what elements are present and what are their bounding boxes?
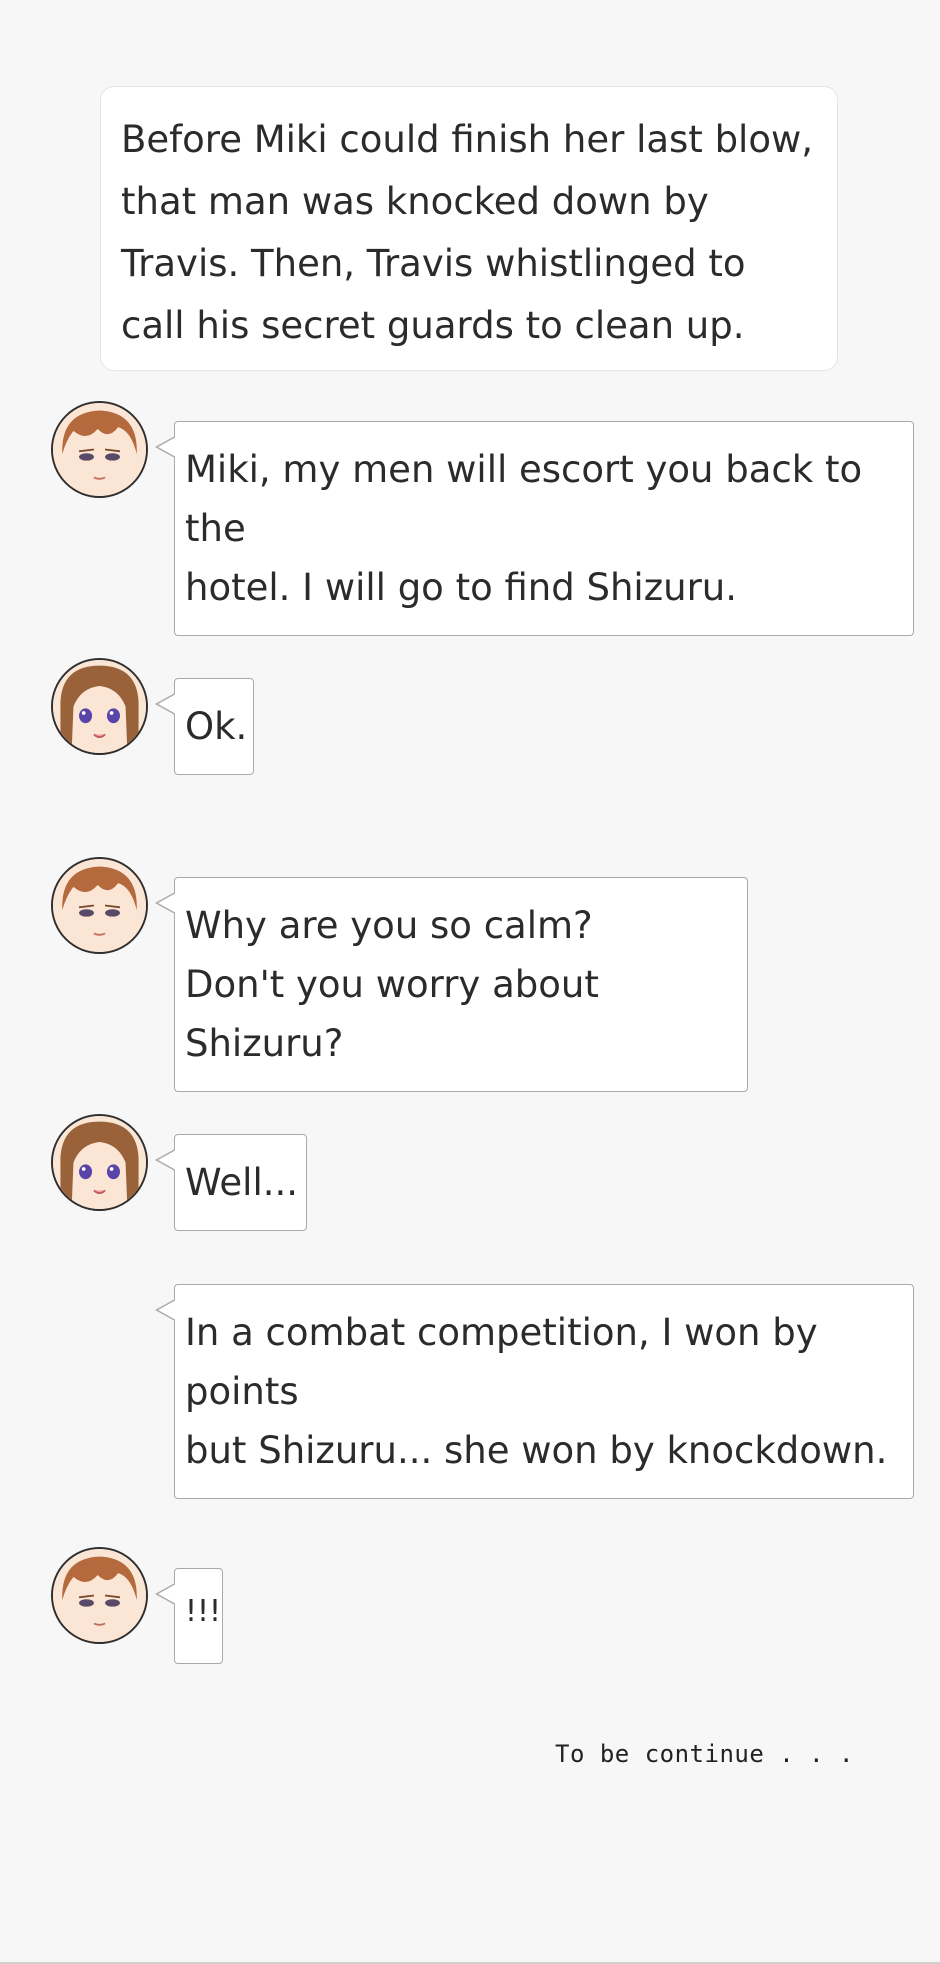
narration-box: Before Miki could finish her last blow, … bbox=[100, 86, 838, 371]
message-bubble: Ok. bbox=[155, 678, 254, 775]
travis-avatar-icon bbox=[51, 1547, 148, 1644]
message-bubble: Miki, my men will escort you back to the… bbox=[155, 421, 914, 636]
message-bubble: !!! bbox=[155, 1568, 223, 1664]
travis-avatar-icon bbox=[51, 401, 148, 498]
travis-avatar-icon bbox=[51, 857, 148, 954]
to-be-continued-text: To be continue . . . bbox=[555, 1740, 854, 1768]
message-bubble: In a combat competition, I won by points… bbox=[155, 1284, 914, 1499]
miki-avatar-icon bbox=[51, 1114, 148, 1211]
message-bubble: Why are you so calm? Don't you worry abo… bbox=[155, 877, 748, 1092]
miki-avatar-icon bbox=[51, 658, 148, 755]
message-bubble: Well... bbox=[155, 1134, 307, 1231]
